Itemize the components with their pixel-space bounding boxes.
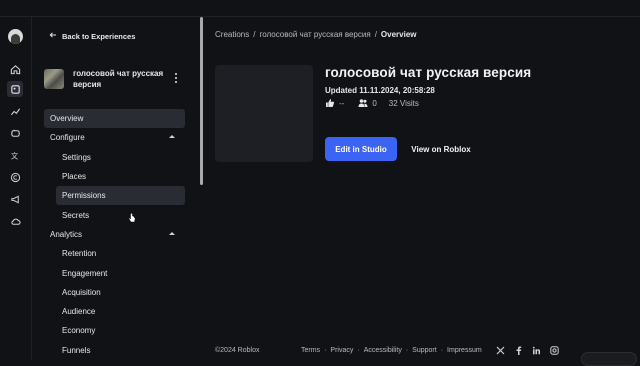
nav-label: Places	[62, 172, 87, 182]
sidebar-nav: Overview Configure Settings Places Permi…	[44, 109, 185, 360]
view-on-roblox-button[interactable]: View on Roblox	[405, 137, 477, 161]
nav-configure[interactable]: Configure	[44, 128, 185, 147]
nav-settings[interactable]: Settings	[44, 148, 185, 167]
nav-permissions[interactable]: Permissions	[56, 186, 185, 206]
nav-economy[interactable]: Economy	[44, 321, 185, 340]
experience-stats: -- 0 32 Visits	[325, 98, 419, 108]
breadcrumb-separator: /	[253, 30, 256, 39]
avatar[interactable]	[8, 29, 23, 44]
footer-link-impressum[interactable]: Impressum	[447, 347, 482, 354]
arrow-left-icon	[49, 31, 57, 41]
nav-label: Permissions	[62, 191, 106, 201]
edit-in-studio-button[interactable]: Edit in Studio	[325, 137, 397, 161]
scrollbar-thumb[interactable]	[200, 17, 203, 185]
nav-engagement[interactable]: Engagement	[44, 263, 185, 282]
top-bar	[0, 0, 640, 17]
likes-value: --	[339, 98, 345, 108]
footer-link-terms[interactable]: Terms	[301, 347, 320, 354]
nav-secrets[interactable]: Secrets	[44, 205, 185, 224]
translate-icon[interactable]: 文	[7, 147, 23, 163]
footer-separator: ·	[357, 347, 360, 354]
nav-label: Engagement	[62, 268, 108, 278]
instagram-icon[interactable]	[550, 346, 559, 355]
facebook-icon[interactable]	[514, 346, 523, 355]
footer-links: Terms · Privacy · Accessibility · Suppor…	[301, 347, 482, 354]
copyright-text: ©2024 Roblox	[215, 347, 260, 354]
icon-rail: 文	[0, 17, 32, 360]
breadcrumb-current: Overview	[380, 30, 417, 39]
home-icon[interactable]	[7, 61, 23, 77]
breadcrumb-experience[interactable]: голосовой чат русская версия	[259, 30, 370, 39]
footer-link-support[interactable]: Support	[412, 347, 437, 354]
breadcrumb-creations[interactable]: Creations	[215, 30, 249, 39]
nav-label: Secrets	[62, 210, 90, 220]
nav-label: Acquisition	[62, 287, 101, 297]
footer-link-accessibility[interactable]: Accessibility	[364, 347, 402, 354]
cloud-icon[interactable]	[7, 213, 23, 229]
nav-acquisition[interactable]: Acquisition	[44, 283, 185, 302]
footer-link-privacy[interactable]: Privacy	[330, 347, 353, 354]
nav-label: Economy	[62, 326, 96, 336]
analytics-icon[interactable]	[7, 103, 23, 119]
visits-value: 32 Visits	[388, 98, 419, 108]
experience-name: голосовой чат русская версия	[73, 69, 164, 89]
svg-text:文: 文	[10, 151, 18, 160]
footer-separator: ·	[405, 347, 409, 354]
chevron-up-icon	[169, 135, 175, 139]
footer-separator: ·	[324, 347, 327, 354]
sidebar: Back to Experiences голосовой чат русска…	[33, 17, 198, 360]
players-icon	[358, 99, 368, 107]
experience-thumbnail	[44, 69, 64, 89]
megaphone-icon[interactable]	[7, 191, 23, 207]
nav-label: Configure	[50, 133, 85, 143]
experience-icon-placeholder	[215, 65, 313, 162]
chevron-up-icon	[169, 231, 175, 235]
back-label: Back to Experiences	[62, 31, 136, 41]
creations-icon[interactable]	[7, 81, 23, 97]
nav-label: Audience	[62, 307, 96, 317]
copyright-icon[interactable]	[7, 169, 23, 185]
monetization-icon[interactable]	[7, 125, 23, 141]
nav-audience[interactable]: Audience	[44, 302, 185, 321]
nav-label: Funnels	[62, 345, 91, 355]
nav-label: Retention	[62, 249, 97, 259]
nav-label: Settings	[62, 152, 91, 162]
floating-widget[interactable]	[581, 352, 637, 366]
more-options-icon[interactable]	[172, 72, 180, 84]
nav-label: Overview	[50, 114, 84, 124]
nav-overview[interactable]: Overview	[44, 109, 185, 129]
page-title: голосовой чат русская версия	[325, 65, 532, 80]
nav-analytics[interactable]: Analytics	[44, 225, 185, 244]
nav-places[interactable]: Places	[44, 167, 185, 186]
nav-funnels[interactable]: Funnels	[44, 341, 185, 360]
nav-retention[interactable]: Retention	[44, 244, 185, 263]
linkedin-icon[interactable]	[532, 346, 541, 355]
thumbs-up-icon	[326, 99, 335, 107]
updated-timestamp: Updated 11.11.2024, 20:58:28	[325, 86, 435, 95]
footer-separator: ·	[440, 347, 444, 354]
breadcrumb-separator: /	[374, 30, 377, 39]
breadcrumb: Creations / голосовой чат русская версия…	[215, 30, 417, 39]
back-to-experiences-link[interactable]: Back to Experiences	[49, 31, 135, 41]
nav-label: Analytics	[50, 229, 83, 239]
main-content: Creations / голосовой чат русская версия…	[204, 17, 640, 360]
social-links	[496, 346, 559, 355]
players-value: 0	[372, 98, 377, 108]
hand-cursor-icon	[128, 213, 136, 223]
x-icon[interactable]	[496, 346, 505, 355]
